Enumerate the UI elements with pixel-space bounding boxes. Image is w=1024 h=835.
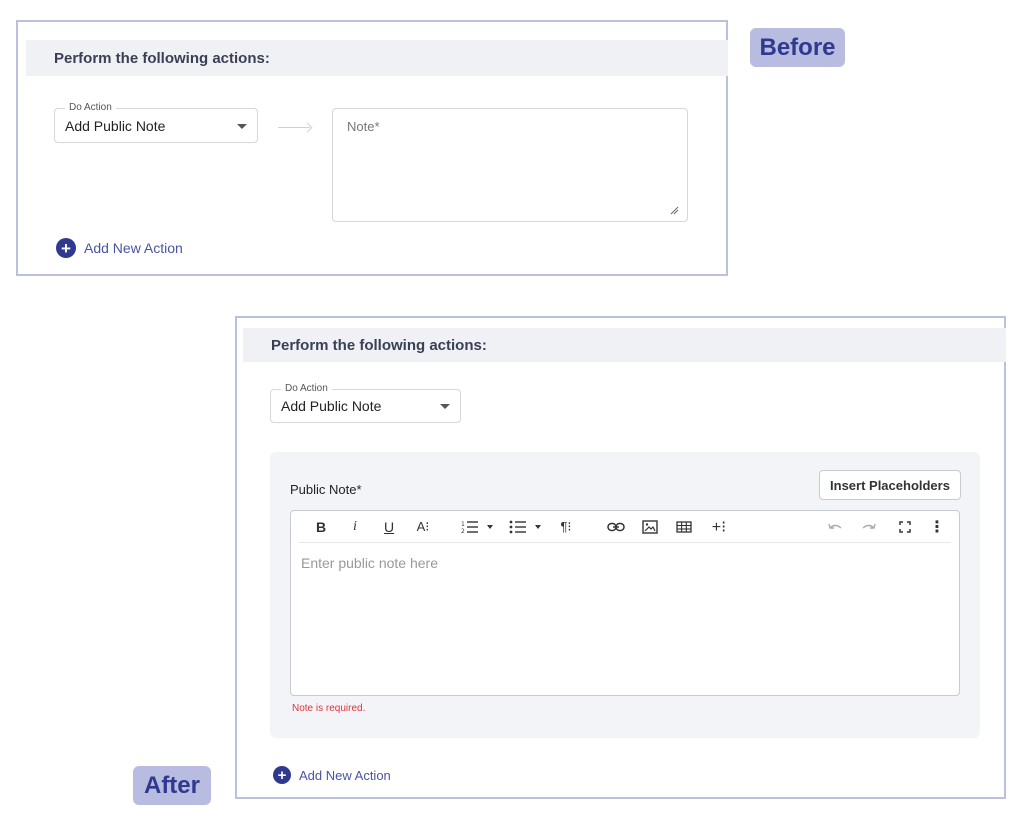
- add-new-action-button[interactable]: + Add New Action: [273, 766, 391, 784]
- font-size-icon[interactable]: A⁝: [411, 517, 435, 537]
- svg-text:2: 2: [461, 528, 465, 534]
- error-message: Note is required.: [292, 703, 366, 714]
- italic-icon[interactable]: i: [345, 517, 365, 537]
- resize-grip-icon[interactable]: [669, 205, 679, 215]
- note-textarea[interactable]: Note*: [332, 108, 688, 222]
- plus-circle-icon: +: [56, 238, 76, 258]
- panel-header: Perform the following actions:: [26, 40, 728, 76]
- ordered-list-icon[interactable]: 1 2: [459, 517, 481, 537]
- before-panel: Perform the following actions: Do Action…: [16, 20, 728, 276]
- after-tag: After: [133, 766, 211, 805]
- do-action-value: Add Public Note: [65, 118, 166, 134]
- public-note-editor-card: Public Note* Insert Placeholders B i U A…: [270, 452, 980, 738]
- panel-title: Perform the following actions:: [271, 336, 487, 354]
- editor-placeholder: Enter public note here: [301, 555, 438, 571]
- unordered-list-icon[interactable]: [507, 517, 529, 537]
- panel-title: Perform the following actions:: [54, 49, 270, 67]
- plus-circle-icon: +: [273, 766, 291, 784]
- editor-title: Public Note*: [290, 482, 362, 497]
- table-icon[interactable]: [673, 517, 695, 537]
- link-icon[interactable]: [605, 517, 627, 537]
- arrow-head-icon: [302, 122, 313, 133]
- panel-header: Perform the following actions:: [243, 328, 1006, 362]
- chevron-down-icon: [440, 404, 450, 409]
- ordered-list-dropdown-icon[interactable]: [485, 517, 495, 537]
- image-icon[interactable]: [639, 517, 661, 537]
- svg-text:1: 1: [461, 521, 465, 528]
- fullscreen-icon[interactable]: [895, 517, 915, 537]
- note-placeholder: Note*: [347, 119, 380, 134]
- unordered-list-dropdown-icon[interactable]: [533, 517, 543, 537]
- editor-toolbar: B i U A⁝ 1 2 ¶⁝ +⁝ ⋮: [299, 511, 951, 543]
- more-options-icon[interactable]: ⋮: [929, 517, 945, 537]
- underline-icon[interactable]: U: [379, 517, 399, 537]
- do-action-label: Do Action: [65, 101, 116, 115]
- after-panel: Perform the following actions: Do Action…: [235, 316, 1006, 799]
- chevron-down-icon: [237, 124, 247, 129]
- do-action-label: Do Action: [281, 382, 332, 396]
- add-new-action-button[interactable]: + Add New Action: [56, 238, 183, 258]
- undo-icon[interactable]: [825, 517, 845, 537]
- paragraph-format-icon[interactable]: ¶⁝: [555, 517, 577, 537]
- do-action-value: Add Public Note: [281, 398, 382, 414]
- bold-icon[interactable]: B: [311, 517, 331, 537]
- insert-more-icon[interactable]: +⁝: [707, 517, 731, 537]
- do-action-select[interactable]: Do Action Add Public Note: [54, 101, 258, 143]
- do-action-select[interactable]: Do Action Add Public Note: [270, 382, 461, 423]
- redo-icon[interactable]: [859, 517, 879, 537]
- add-new-action-label: Add New Action: [84, 240, 183, 256]
- insert-placeholders-button[interactable]: Insert Placeholders: [819, 470, 961, 500]
- add-new-action-label: Add New Action: [299, 767, 391, 783]
- rich-text-editor[interactable]: B i U A⁝ 1 2 ¶⁝ +⁝ ⋮ Enter public note h…: [290, 510, 960, 696]
- before-tag: Before: [750, 28, 845, 67]
